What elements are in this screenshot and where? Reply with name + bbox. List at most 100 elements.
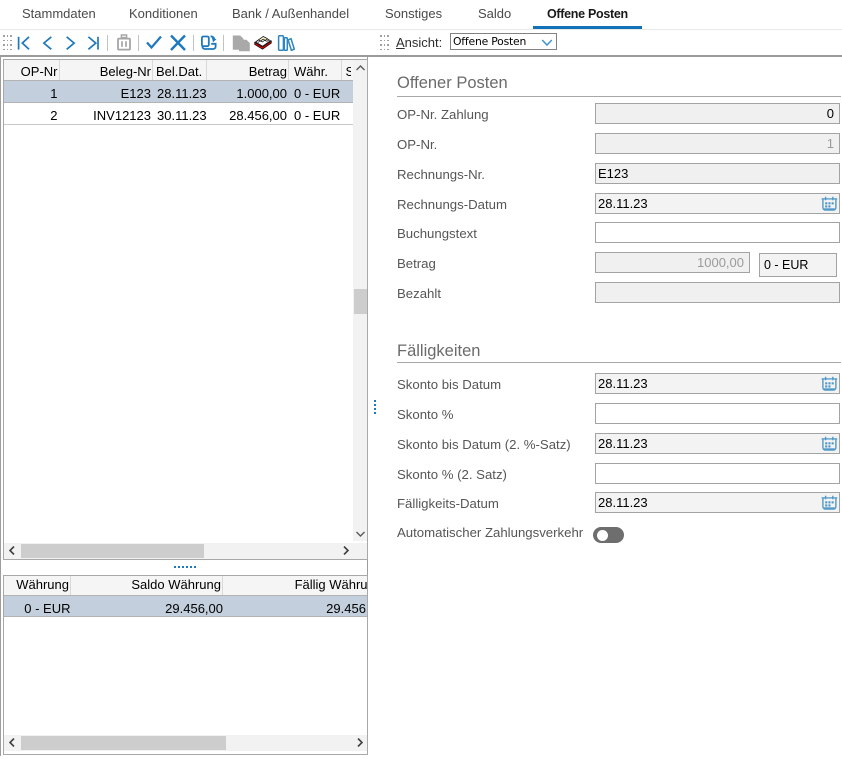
- field-label: Buchungstext: [397, 226, 477, 241]
- buchungstext-field[interactable]: [595, 222, 840, 243]
- table-cell: 28.11.23: [153, 81, 207, 102]
- table-cell: 29.456,00: [71, 596, 224, 616]
- column-header[interactable]: Beleg-Nr: [60, 60, 154, 80]
- table-cell: 1: [4, 81, 60, 102]
- confirm-icon[interactable]: [145, 34, 163, 52]
- saldo-header: Währung Saldo Währung Fällig Währung: [4, 576, 367, 596]
- rechnungs-datum-field[interactable]: 28.11.23: [595, 193, 840, 214]
- field-label: Skonto bis Datum (2. %-Satz): [397, 437, 571, 452]
- horizontal-scrollbar[interactable]: [4, 735, 367, 751]
- table-row[interactable]: 2 INV12123 30.11.23 28.456,00 0 - EUR: [4, 103, 353, 125]
- horizontal-scrollbar[interactable]: [4, 543, 353, 559]
- column-header[interactable]: OP-Nr: [4, 60, 60, 80]
- table-cell: 28.456,00: [207, 103, 290, 124]
- field-label: Rechnungs-Datum: [397, 197, 507, 212]
- cancel-icon[interactable]: [169, 34, 187, 52]
- calendar-icon[interactable]: [821, 196, 837, 212]
- saldo-table: Währung Saldo Währung Fällig Währung 0 -…: [3, 575, 368, 755]
- calendar-icon[interactable]: [821, 436, 837, 452]
- column-header[interactable]: Fällig Währung: [223, 576, 367, 595]
- field-label: OP-Nr. Zahlung: [397, 107, 489, 122]
- field-label: Rechnungs-Nr.: [397, 167, 485, 182]
- section-heading-faelligkeiten: Fälligkeiten: [397, 341, 480, 361]
- delete-icon[interactable]: [116, 33, 134, 51]
- vertical-scrollbar[interactable]: [353, 60, 367, 541]
- field-label: Fälligkeits-Datum: [397, 496, 499, 511]
- column-header[interactable]: Währ.: [289, 60, 342, 80]
- post-icon[interactable]: [198, 33, 216, 51]
- scroll-up-arrow[interactable]: [353, 60, 368, 75]
- column-header[interactable]: Bel.Dat.: [153, 60, 207, 80]
- table-cell: 2: [4, 103, 60, 124]
- scrollbar-thumb[interactable]: [21, 544, 204, 558]
- open-items-table: OP-Nr Beleg-Nr Bel.Dat. Betrag Währ. S 1…: [3, 59, 368, 560]
- next-record-icon[interactable]: [61, 34, 79, 52]
- skonto-prozent2-field[interactable]: [595, 463, 840, 484]
- view-toolbar-grip[interactable]: [380, 35, 390, 51]
- detail-panel: Offener Posten OP-Nr. Zahlung 0 OP-Nr. 1…: [369, 56, 842, 759]
- table-row[interactable]: 1 E123 28.11.23 1.000,00 0 - EUR: [4, 81, 353, 103]
- field-label: Bezahlt: [397, 286, 441, 301]
- tab-offene-posten[interactable]: Offene Posten: [533, 0, 642, 29]
- view-label: Ansicht:: [396, 35, 442, 50]
- scroll-right-arrow[interactable]: [352, 735, 367, 750]
- table-cell: 0 - EUR: [289, 81, 342, 102]
- scrollbar-thumb[interactable]: [354, 289, 367, 314]
- tab-stammdaten[interactable]: Stammdaten: [8, 0, 110, 29]
- field-label: Skonto bis Datum: [397, 377, 501, 392]
- section-heading-offener-posten: Offener Posten: [397, 73, 508, 93]
- table-cell: E123: [60, 81, 154, 102]
- calendar-icon[interactable]: [821, 495, 837, 511]
- table-cell: 0 - EUR: [289, 103, 342, 124]
- table-cell: 1.000,00: [207, 81, 290, 102]
- op-nr-field: 1: [595, 133, 840, 154]
- zahlungsverkehr-toggle[interactable]: [593, 527, 624, 543]
- last-record-icon[interactable]: [85, 34, 103, 52]
- field-label: OP-Nr.: [397, 137, 437, 152]
- section-rule: [397, 362, 841, 363]
- column-header[interactable]: S: [342, 60, 352, 80]
- toolbar-grip[interactable]: [3, 35, 13, 51]
- table-cell: INV12123: [60, 103, 154, 124]
- toolbar-separator: [138, 35, 139, 51]
- section-rule: [397, 96, 841, 97]
- previous-record-icon[interactable]: [39, 34, 57, 52]
- field-label: Betrag: [397, 256, 436, 271]
- scroll-left-arrow[interactable]: [4, 735, 19, 750]
- skonto-prozent-field[interactable]: [595, 403, 840, 424]
- betrag-field: 1000,00: [595, 252, 750, 273]
- tab-bar: Stammdaten Konditionen Bank / Außenhande…: [0, 0, 842, 30]
- tab-sonstiges[interactable]: Sonstiges: [371, 0, 456, 29]
- card-index-icon[interactable]: [254, 35, 272, 53]
- view-select-value: Offene Posten: [453, 35, 526, 48]
- skonto-bis-datum2-field[interactable]: 28.11.23: [595, 433, 840, 454]
- scroll-down-arrow[interactable]: [353, 526, 368, 541]
- horizontal-splitter-handle[interactable]: [174, 566, 198, 568]
- copy-icon[interactable]: [230, 33, 248, 51]
- journals-icon[interactable]: [277, 33, 295, 51]
- faelligkeits-datum-field[interactable]: 28.11.23: [595, 492, 840, 513]
- toolbar: Ansicht: Offene Posten: [0, 29, 842, 57]
- table-row[interactable]: 0 - EUR 29.456,00 29.456,00: [4, 596, 367, 617]
- scroll-right-arrow[interactable]: [338, 543, 353, 558]
- vertical-splitter-handle[interactable]: [374, 400, 376, 416]
- column-header[interactable]: Währung: [4, 576, 71, 595]
- skonto-bis-datum-field[interactable]: 28.11.23: [595, 373, 840, 394]
- toolbar-separator: [107, 35, 108, 51]
- view-select[interactable]: Offene Posten: [450, 33, 557, 50]
- field-label: Skonto %: [397, 407, 453, 422]
- calendar-icon[interactable]: [821, 376, 837, 392]
- table-cell: 29.456,00: [223, 596, 367, 616]
- tab-konditionen[interactable]: Konditionen: [115, 0, 212, 29]
- column-header[interactable]: Saldo Währung: [71, 576, 224, 595]
- left-panel-border: [0, 57, 1, 756]
- scrollbar-thumb[interactable]: [21, 736, 226, 750]
- first-record-icon[interactable]: [15, 34, 33, 52]
- bezahlt-field: [595, 282, 840, 303]
- scroll-left-arrow[interactable]: [4, 543, 19, 558]
- column-header[interactable]: Betrag: [207, 60, 290, 80]
- tab-bank-aussenhandel[interactable]: Bank / Außenhandel: [218, 0, 363, 29]
- tab-saldo[interactable]: Saldo: [464, 0, 525, 29]
- betrag-currency-select[interactable]: 0 - EUR: [759, 253, 837, 277]
- open-items-header: OP-Nr Beleg-Nr Bel.Dat. Betrag Währ. S: [4, 60, 353, 81]
